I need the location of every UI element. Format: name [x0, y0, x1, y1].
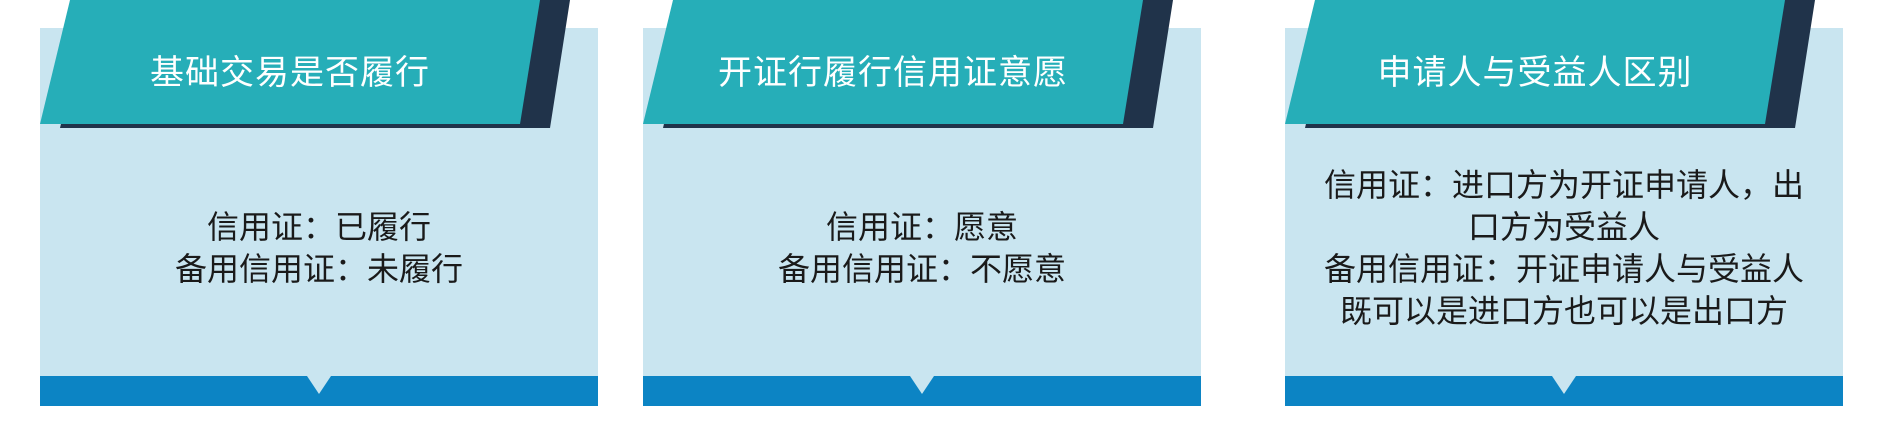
notch-triangle-icon [307, 376, 331, 394]
card-line: 备用信用证：开证申请人与受益人 [1323, 250, 1804, 288]
card-footer-bar [40, 376, 598, 406]
notch-triangle-icon [910, 376, 934, 394]
card-line: 口方为受益人 [1467, 208, 1660, 246]
card-line: 信用证：已履行 [206, 208, 431, 246]
card-line: 备用信用证：不愿意 [777, 250, 1066, 288]
card-title: 基础交易是否履行 [40, 0, 540, 124]
card-line: 信用证：进口方为开证申请人，出 [1323, 166, 1804, 204]
card-footer-bar [643, 376, 1201, 406]
card-body: 信用证：进口方为开证申请人，出 口方为受益人 备用信用证：开证申请人与受益人 既… [1285, 128, 1843, 368]
card-body: 信用证：已履行 备用信用证：未履行 [40, 128, 598, 368]
card-title: 开证行履行信用证意愿 [643, 0, 1143, 124]
card-line: 信用证：愿意 [825, 208, 1018, 246]
card-footer-bar [1285, 376, 1843, 406]
card-underlying-transaction: 基础交易是否履行 信用证：已履行 备用信用证：未履行 [40, 0, 598, 406]
card-line: 既可以是进口方也可以是出口方 [1339, 292, 1788, 330]
card-applicant-beneficiary: 申请人与受益人区别 信用证：进口方为开证申请人，出 口方为受益人 备用信用证：开… [1285, 0, 1843, 406]
comparison-diagram: 基础交易是否履行 信用证：已履行 备用信用证：未履行 开证行履行信用证意愿 信用… [0, 0, 1893, 441]
card-line: 备用信用证：未履行 [174, 250, 463, 288]
card-title: 申请人与受益人区别 [1285, 0, 1785, 124]
notch-triangle-icon [1552, 376, 1576, 394]
card-issuing-bank-willingness: 开证行履行信用证意愿 信用证：愿意 备用信用证：不愿意 [643, 0, 1201, 406]
card-body: 信用证：愿意 备用信用证：不愿意 [643, 128, 1201, 368]
